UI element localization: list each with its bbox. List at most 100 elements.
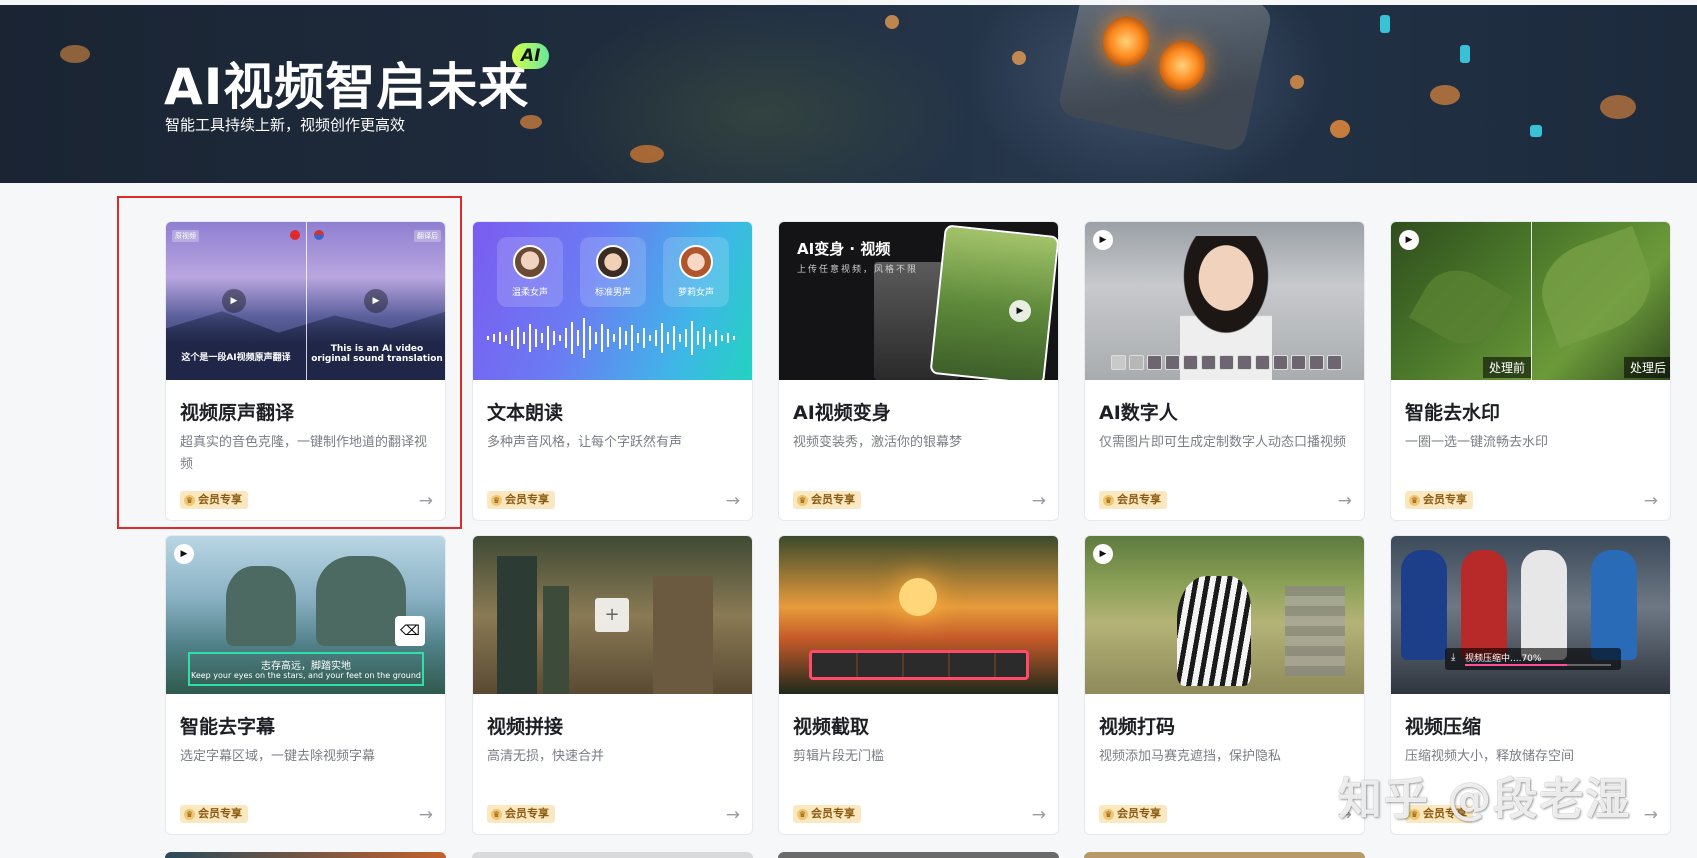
translated-caption: This is an AI video original sound trans… bbox=[311, 344, 443, 364]
play-icon[interactable]: ▶ bbox=[1093, 230, 1113, 250]
eraser-icon[interactable]: ⌫ bbox=[395, 616, 425, 646]
arrow-right-icon[interactable]: → bbox=[419, 491, 433, 511]
bokeh-light bbox=[630, 145, 664, 163]
crown-icon: ♛ bbox=[1409, 494, 1420, 506]
tool-card-video-merge[interactable]: + 视频拼接 高清无损，快速合并 ♛ 会员专享 → bbox=[472, 535, 753, 835]
vip-label: 会员专享 bbox=[1423, 493, 1467, 506]
tool-card-video-translate[interactable]: 原视频 翻译后 ▶ ▶ 这个是一段AI视频原声翻译 This is an AI … bbox=[165, 221, 446, 521]
compare-divider bbox=[1531, 222, 1532, 380]
progress-track bbox=[1465, 664, 1611, 666]
card-description: 一圈一选一键流畅去水印 bbox=[1405, 435, 1549, 450]
vip-badge: ♛ 会员专享 bbox=[1099, 805, 1167, 823]
transformed-portrait bbox=[929, 224, 1058, 380]
next-card-thumbnail[interactable] bbox=[472, 852, 753, 858]
crown-icon: ♛ bbox=[797, 808, 808, 820]
arrow-right-icon[interactable]: → bbox=[726, 491, 740, 511]
card-title: AI数字人 bbox=[1099, 402, 1178, 424]
after-label: 处理后 bbox=[1623, 357, 1670, 378]
robot-eye bbox=[1154, 36, 1210, 95]
vip-badge: ♛ 会员专享 bbox=[1405, 491, 1473, 509]
tool-card-subtitle-remove[interactable]: ▶ ⌫ 志存高远，脚踏实地 Keep your eyes on the star… bbox=[165, 535, 446, 835]
arrow-right-icon[interactable]: → bbox=[1338, 491, 1352, 511]
thumb-subheading: 上传任意视频，风格不限 bbox=[797, 265, 919, 275]
us-flag-icon bbox=[314, 230, 324, 240]
card-thumbnail: ▶ bbox=[1085, 536, 1364, 694]
hero-subtitle: 智能工具持续上新，视频创作更高效 bbox=[165, 116, 406, 134]
crown-icon: ♛ bbox=[797, 494, 808, 506]
bokeh-light bbox=[1012, 51, 1026, 65]
tool-card-text-to-speech[interactable]: 温柔女声 标准男声 萝莉女声 文本朗读 多种声音风格，让每个字跃然有声 ♛ 会员… bbox=[472, 221, 753, 521]
cyclist-shape bbox=[1521, 550, 1567, 660]
play-icon[interactable]: ▶ bbox=[222, 289, 246, 313]
crown-icon: ♛ bbox=[184, 808, 195, 820]
china-flag-icon bbox=[290, 230, 300, 240]
vip-label: 会员专享 bbox=[811, 807, 855, 820]
crown-icon: ♛ bbox=[184, 494, 195, 506]
hero-banner: AI视频智启未来 AI 智能工具持续上新，视频创作更高效 bbox=[0, 5, 1697, 183]
bokeh-light bbox=[1430, 85, 1460, 105]
card-thumbnail: ▶ ⌫ 志存高远，脚踏实地 Keep your eyes on the star… bbox=[166, 536, 445, 694]
card-thumbnail: ⤓ 视频压缩中....70% bbox=[1391, 536, 1670, 694]
tool-card-video-mosaic[interactable]: ▶ 视频打码 视频添加马赛克遮挡，保护隐私 ♛ 会员专享 → bbox=[1084, 535, 1365, 835]
next-card-thumbnail[interactable] bbox=[165, 852, 446, 858]
avatar-strip bbox=[1111, 355, 1342, 370]
card-description: 超真实的音色克隆，一键制作地道的翻译视频 bbox=[180, 435, 428, 472]
voice-name: 萝莉女声 bbox=[677, 288, 714, 298]
voice-option: 萝莉女声 bbox=[663, 237, 729, 307]
card-description: 选定字幕区域，一键去除视频字幕 bbox=[180, 749, 376, 764]
compress-progress: ⤓ 视频压缩中....70% bbox=[1445, 648, 1621, 670]
cyclist-shape bbox=[1401, 550, 1447, 660]
crown-icon: ♛ bbox=[491, 494, 502, 506]
play-icon[interactable]: ▶ bbox=[1093, 544, 1113, 564]
tool-card-ai-video-transform[interactable]: AI变身 · 视频 上传任意视频，风格不限 ▶ AI视频变身 视频变装秀，激活你… bbox=[778, 221, 1059, 521]
card-thumbnail: ▶ 处理前 处理后 bbox=[1391, 222, 1670, 380]
progress-fill bbox=[1465, 664, 1568, 666]
play-icon[interactable]: ▶ bbox=[1399, 230, 1419, 250]
next-card-thumbnail[interactable] bbox=[778, 852, 1059, 858]
tool-card-watermark-remove[interactable]: ▶ 处理前 处理后 智能去水印 一圈一选一键流畅去水印 ♛ 会员专享 → bbox=[1390, 221, 1671, 521]
vip-label: 会员专享 bbox=[505, 807, 549, 820]
subtitle-en: Keep your eyes on the stars, and your fe… bbox=[190, 671, 421, 680]
bokeh-light bbox=[1530, 125, 1542, 137]
rock-shape bbox=[316, 556, 406, 646]
cyclist-shape bbox=[1461, 550, 1507, 660]
bokeh-light bbox=[1460, 45, 1470, 63]
card-thumbnail: + bbox=[473, 536, 752, 694]
play-icon[interactable]: ▶ bbox=[1009, 300, 1031, 322]
voice-option: 标准男声 bbox=[580, 237, 646, 307]
vip-badge: ♛ 会员专享 bbox=[487, 805, 555, 823]
subtitle-selection[interactable]: 志存高远，脚踏实地 Keep your eyes on the stars, a… bbox=[188, 652, 424, 686]
vip-badge: ♛ 会员专享 bbox=[1099, 491, 1167, 509]
download-icon: ⤓ bbox=[1451, 652, 1456, 663]
arrow-right-icon[interactable]: → bbox=[1032, 805, 1046, 825]
play-icon[interactable]: ▶ bbox=[364, 289, 388, 313]
tool-card-video-trim[interactable]: 视频截取 剪辑片段无门槛 ♛ 会员专享 → bbox=[778, 535, 1059, 835]
source-tag: 原视频 bbox=[172, 230, 199, 242]
add-clip-icon[interactable]: + bbox=[595, 598, 629, 632]
vip-label: 会员专享 bbox=[1117, 493, 1161, 506]
vip-label: 会员专享 bbox=[1117, 807, 1161, 820]
arrow-right-icon[interactable]: → bbox=[1644, 805, 1658, 825]
avatar bbox=[596, 245, 630, 279]
vip-badge: ♛ 会员专享 bbox=[180, 491, 248, 509]
arrow-right-icon[interactable]: → bbox=[1032, 491, 1046, 511]
cyclist-shape bbox=[1591, 550, 1637, 660]
bokeh-light bbox=[1330, 120, 1350, 138]
vip-badge: ♛ 会员专享 bbox=[487, 491, 555, 509]
watermark-text: 知乎 @段老湿 bbox=[1338, 774, 1632, 825]
timeline-selection[interactable] bbox=[809, 650, 1029, 680]
tower-shape bbox=[543, 586, 569, 694]
avatar bbox=[679, 245, 713, 279]
bokeh-light bbox=[885, 15, 899, 29]
arrow-right-icon[interactable]: → bbox=[726, 805, 740, 825]
arrow-right-icon[interactable]: → bbox=[1644, 491, 1658, 511]
bokeh-light bbox=[1290, 75, 1304, 89]
vip-label: 会员专享 bbox=[811, 493, 855, 506]
vip-label: 会员专享 bbox=[198, 493, 242, 506]
next-card-thumbnail[interactable] bbox=[1084, 852, 1365, 858]
tool-card-digital-human[interactable]: ▶ AI数字人 仅需图片即可生成定制数字人动态口播视频 ♛ 会员专享 → bbox=[1084, 221, 1365, 521]
vip-label: 会员专享 bbox=[198, 807, 242, 820]
crown-icon: ♛ bbox=[1103, 494, 1114, 506]
play-icon[interactable]: ▶ bbox=[174, 544, 194, 564]
arrow-right-icon[interactable]: → bbox=[419, 805, 433, 825]
